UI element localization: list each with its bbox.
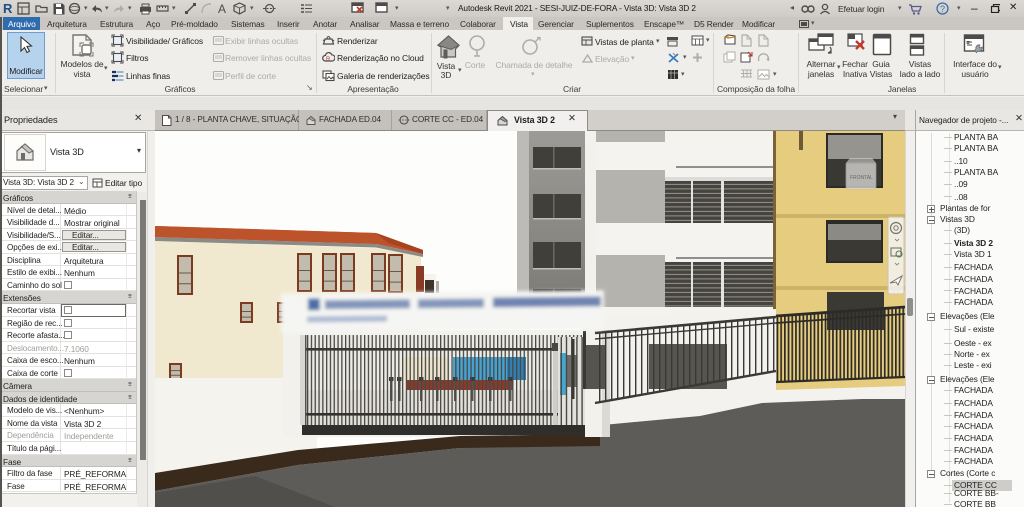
svg-text:?: ? — [940, 4, 945, 14]
svg-text:FRONTAL: FRONTAL — [850, 175, 873, 181]
svg-text:R: R — [326, 57, 331, 63]
svg-text:A: A — [218, 2, 226, 15]
